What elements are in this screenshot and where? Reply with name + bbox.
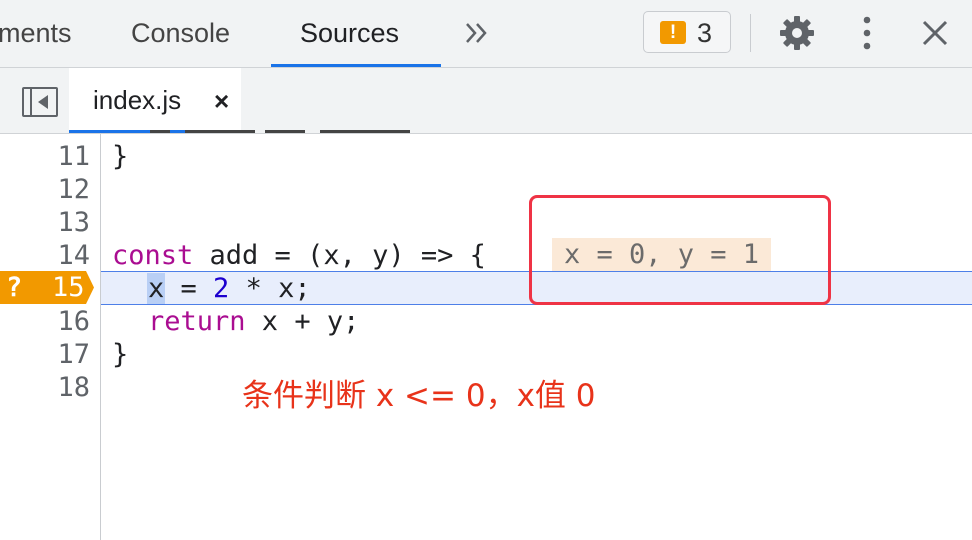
code-line: return x + y; xyxy=(148,306,360,337)
line-number[interactable]: 16 xyxy=(10,305,90,338)
line-number[interactable]: 12 xyxy=(10,173,90,206)
code-editor[interactable]: 11 12 13 14 ? 15 16 17 18 } const add = … xyxy=(0,130,972,540)
line-number: 15 xyxy=(52,272,85,303)
line-number[interactable]: 18 xyxy=(10,371,90,404)
scrolled-line-fragment xyxy=(150,130,410,133)
toolbar-divider xyxy=(750,14,751,52)
file-tab-index-js[interactable]: index.js × xyxy=(69,68,241,133)
warning-icon: ! xyxy=(660,21,686,44)
chevron-double-right-icon[interactable] xyxy=(462,18,492,48)
tab-elements[interactable]: ments xyxy=(0,0,72,67)
issues-count: 3 xyxy=(697,18,713,48)
kebab-menu-icon[interactable] xyxy=(858,14,876,52)
gear-icon[interactable] xyxy=(778,14,816,52)
code-line: } xyxy=(112,339,129,370)
devtools-toolbar: ments Console Sources ! 3 xyxy=(0,0,972,68)
line-number[interactable]: 11 xyxy=(10,140,90,173)
close-file-icon[interactable]: × xyxy=(214,88,229,114)
tab-sources[interactable]: Sources xyxy=(300,0,399,67)
file-tab-bar: index.js × xyxy=(0,68,972,134)
line-number[interactable]: 14 xyxy=(10,239,90,272)
panel-toggle-icon[interactable] xyxy=(22,87,58,117)
line-number[interactable]: 17 xyxy=(10,338,90,371)
breakpoint-condition-icon: ? xyxy=(6,272,23,303)
tab-console[interactable]: Console xyxy=(131,0,230,67)
code-line: x = 2 * x; xyxy=(148,273,311,304)
code-line: } xyxy=(112,141,129,172)
annotation-highlight-box xyxy=(529,195,831,305)
code-line: const add = (x, y) => { xyxy=(112,240,486,271)
close-icon[interactable] xyxy=(921,19,949,47)
file-tab-label: index.js xyxy=(93,85,182,115)
line-number[interactable]: 13 xyxy=(10,206,90,239)
active-tab-indicator xyxy=(271,64,441,67)
annotation-text: 条件判断 x <= 0，x值 0 xyxy=(242,378,596,414)
issues-button[interactable]: ! 3 xyxy=(643,11,731,53)
gutter-divider xyxy=(100,134,101,540)
conditional-breakpoint-marker[interactable]: ? 15 xyxy=(0,271,94,304)
